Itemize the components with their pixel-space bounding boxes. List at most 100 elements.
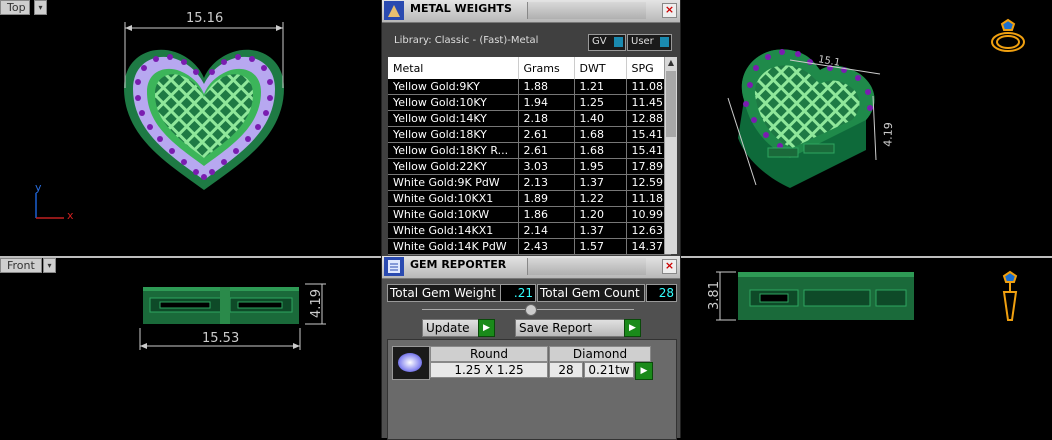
metal-weights-titlebar[interactable]: METAL WEIGHTS × [382, 0, 680, 23]
title-grip [527, 258, 646, 275]
cell-grams: 2.18 [518, 110, 575, 127]
cell-dwt: 1.95 [574, 158, 627, 175]
cell-grams: 1.89 [518, 190, 575, 207]
cell-dwt: 1.37 [574, 174, 627, 191]
update-label: Update [426, 321, 470, 335]
gem-row-action-button[interactable]: ▶ [635, 362, 653, 380]
heart-front-view [139, 283, 326, 350]
cell-grams: 1.86 [518, 206, 575, 223]
cell-metal: Yellow Gold:10KY [388, 94, 519, 111]
cell-dwt: 1.22 [574, 190, 627, 207]
table-row[interactable]: Yellow Gold:14KY 2.18 1.40 12.88 [388, 110, 671, 127]
gem-reporter-icon [384, 257, 404, 276]
column-header-grams[interactable]: Grams [518, 57, 575, 79]
cell-metal: White Gold:10KX1 [388, 190, 519, 207]
scroll-thumb[interactable] [666, 71, 676, 137]
close-icon[interactable]: × [662, 259, 677, 274]
dimension-height-label: 4.19 [308, 289, 324, 318]
table-row[interactable]: Yellow Gold:10KY 1.94 1.25 11.45 [388, 94, 671, 111]
total-gem-count-value: 28 [646, 284, 677, 302]
table-row[interactable]: Yellow Gold:18KY 2.61 1.68 15.41 [388, 126, 671, 143]
cell-metal: Yellow Gold:9KY [388, 79, 519, 95]
gem-shape-icon [398, 353, 422, 372]
total-gem-count-label: Total Gem Count [537, 284, 645, 302]
column-header-dwt[interactable]: DWT [574, 57, 627, 79]
table-row[interactable]: White Gold:14KX1 2.14 1.37 12.63 [388, 222, 671, 239]
gem-shape-cell: Round [430, 346, 548, 362]
table-row[interactable]: Yellow Gold:18KY R... 2.61 1.68 15.41 [388, 142, 671, 159]
gem-count-cell: 28 [549, 362, 583, 378]
column-header-metal[interactable]: Metal [388, 57, 519, 79]
cell-metal: White Gold:14KX1 [388, 222, 519, 239]
gem-type-cell: Diamond [549, 346, 651, 362]
round-gem-icon [392, 346, 430, 380]
cell-dwt: 1.57 [574, 238, 627, 255]
viewport-menu-top[interactable]: ▾ [34, 0, 47, 15]
cell-dwt: 1.25 [574, 94, 627, 111]
viewport-label-front[interactable]: Front [0, 258, 42, 273]
viewport-top[interactable]: 15.16 y x Top ▾ [0, 0, 381, 256]
user-toggle[interactable]: User [627, 34, 672, 51]
cell-grams: 2.43 [518, 238, 575, 255]
table-scrollbar[interactable]: ▲ [664, 57, 677, 254]
gem-reporter-titlebar[interactable]: GEM REPORTER × [382, 256, 680, 279]
close-icon[interactable]: × [662, 3, 677, 18]
cell-metal: White Gold:14K PdW [388, 238, 519, 255]
dimension-width-label: 15.53 [202, 331, 240, 346]
cell-metal: Yellow Gold:22KY [388, 158, 519, 175]
gem-size-cell: 1.25 X 1.25 [430, 362, 548, 378]
gv-toggle-icon [614, 37, 623, 47]
splitter-knob-icon[interactable] [525, 304, 537, 316]
table-row[interactable]: Yellow Gold:22KY 3.03 1.95 17.89 [388, 158, 671, 175]
metal-weights-table: Metal Grams DWT SPG Yellow Gold:9KY 1.88 1… [388, 57, 671, 255]
heart-perspective-view [727, 18, 1025, 188]
gv-label: GV [592, 36, 607, 47]
cell-metal: White Gold:9K PdW [388, 174, 519, 191]
library-label: Library: Classic - (Fast)-Metal [394, 35, 539, 46]
gem-list-area: Round Diamond 1.25 X 1.25 28 0.21tw ▶ [387, 339, 677, 440]
scroll-up-icon[interactable]: ▲ [665, 57, 677, 69]
cell-metal: Yellow Gold:14KY [388, 110, 519, 127]
play-icon: ▶ [478, 319, 495, 337]
viewport-front[interactable]: 15.53 4.19 Front ▾ [0, 258, 381, 438]
viewport-menu-front[interactable]: ▾ [43, 258, 56, 273]
cell-metal: Yellow Gold:18KY [388, 126, 519, 143]
cell-metal: Yellow Gold:18KY R... [388, 142, 519, 159]
cell-metal: White Gold:10KW [388, 206, 519, 223]
user-toggle-icon [660, 37, 669, 47]
viewport-right[interactable]: 3.81 [680, 258, 1052, 438]
metal-weights-icon [384, 1, 404, 20]
total-gem-weight-label: Total Gem Weight [387, 284, 501, 302]
metal-weights-title: METAL WEIGHTS [410, 2, 512, 15]
table-row[interactable]: White Gold:9K PdW 2.13 1.37 12.59 [388, 174, 671, 191]
cell-grams: 3.03 [518, 158, 575, 175]
gem-tw-cell: 0.21tw [584, 362, 634, 378]
cell-grams: 2.14 [518, 222, 575, 239]
cell-grams: 1.88 [518, 79, 575, 95]
cell-grams: 1.94 [518, 94, 575, 111]
save-report-button[interactable]: Save Report ▶ [515, 319, 641, 337]
cell-dwt: 1.21 [574, 79, 627, 95]
update-button[interactable]: Update ▶ [422, 319, 495, 337]
gem-reporter-title: GEM REPORTER [410, 258, 507, 271]
play-icon: ▶ [624, 319, 641, 337]
cell-grams: 2.61 [518, 126, 575, 143]
user-label: User [631, 36, 654, 47]
cell-dwt: 1.68 [574, 126, 627, 143]
table-row[interactable]: Yellow Gold:9KY 1.88 1.21 11.08 [388, 79, 671, 95]
table-row[interactable]: White Gold:14K PdW 2.43 1.57 14.37 [388, 238, 671, 255]
viewport-label-top[interactable]: Top [0, 0, 30, 15]
gv-toggle[interactable]: GV [588, 34, 626, 51]
heart-right-view [716, 270, 1018, 321]
axis-x-label: x [67, 209, 74, 222]
title-grip [527, 2, 646, 19]
total-gem-weight-value: .21 [500, 284, 536, 302]
table-row[interactable]: White Gold:10KX1 1.89 1.22 11.18 [388, 190, 671, 207]
gem-reporter-panel: GEM REPORTER × Total Gem Weight .21 Tota… [381, 256, 681, 440]
dimension-height-label: 3.81 [706, 281, 722, 310]
gem-list-item[interactable]: Round Diamond 1.25 X 1.25 28 0.21tw ▶ [392, 346, 653, 380]
viewport-perspective[interactable]: 15.1 4.19 [680, 0, 1052, 256]
metal-weights-panel: METAL WEIGHTS × Library: Classic - (Fast… [381, 0, 681, 256]
table-row[interactable]: White Gold:10KW 1.86 1.20 10.99 [388, 206, 671, 223]
dimension-width-label: 15.16 [186, 11, 224, 26]
